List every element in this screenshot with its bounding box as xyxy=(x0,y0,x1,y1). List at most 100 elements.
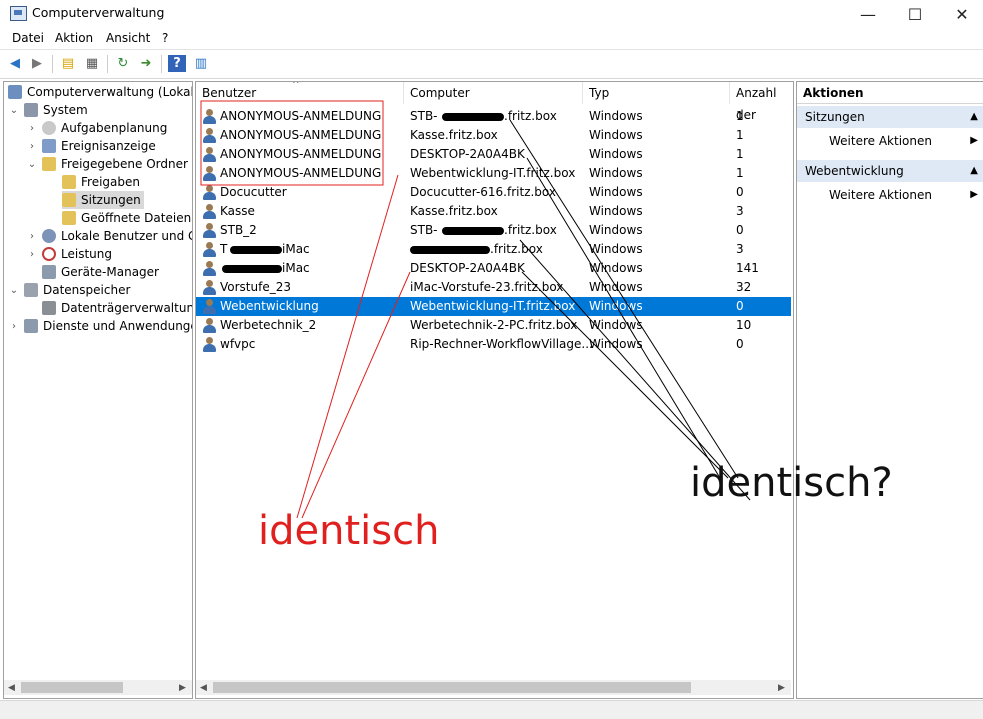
sessions-list: Benutzer ^ Computer Typ Anzahl der ANONYM… xyxy=(195,81,794,699)
chevron-right-icon[interactable]: › xyxy=(26,231,38,242)
menu-datei[interactable]: Datei xyxy=(12,31,44,45)
table-row[interactable]: Kasse Kasse.fritz.box Windows 3 xyxy=(196,202,791,221)
collapse-icon[interactable]: ▲ xyxy=(970,106,978,128)
list-horizontal-scrollbar[interactable]: ◀ ▶ xyxy=(196,680,791,695)
show-action-pane-icon[interactable]: ▥ xyxy=(192,55,210,72)
tree-ereignisanzeige[interactable]: › Ereignisanzeige xyxy=(26,137,156,155)
cell-computer-suffix: .fritz.box xyxy=(490,242,543,256)
scroll-left-icon[interactable]: ◀ xyxy=(196,680,211,695)
tree-lokale-benutzer[interactable]: › Lokale Benutzer und Gru xyxy=(26,227,192,245)
cell-count: 1 xyxy=(736,128,744,142)
cell-user: ANONYMOUS-ANMELDUNG xyxy=(220,128,382,142)
cell-user: wfvpc xyxy=(220,337,256,351)
cell-type: Windows xyxy=(589,147,643,161)
minimize-button[interactable]: — xyxy=(845,0,891,28)
menu-aktion[interactable]: Aktion xyxy=(55,31,93,45)
tree-aufgabenplanung[interactable]: › Aufgabenplanung xyxy=(26,119,167,137)
user-session-icon xyxy=(203,299,216,314)
forward-icon[interactable]: ▶ xyxy=(28,55,46,72)
table-row[interactable]: TiMac .fritz.box Windows 3 xyxy=(196,240,791,259)
tree-sitzungen[interactable]: Sitzungen xyxy=(62,191,144,209)
table-row[interactable]: ANONYMOUS-ANMELDUNG Webentwicklung-IT.fri… xyxy=(196,164,791,183)
table-row[interactable]: Webentwicklung Webentwicklung-IT.fritz.bo… xyxy=(196,297,791,316)
chevron-down-icon[interactable]: ⌄ xyxy=(8,285,20,296)
submenu-arrow-icon: ▶ xyxy=(970,135,978,146)
menu-ansicht[interactable]: Ansicht xyxy=(106,31,150,45)
table-row[interactable]: STB_2 STB- .fritz.box Windows 0 xyxy=(196,221,791,240)
cell-count: 0 xyxy=(736,299,744,313)
table-row[interactable]: ANONYMOUS-ANMELDUNG STB- .fritz.box Windows… xyxy=(196,107,791,126)
tree-root[interactable]: Computerverwaltung (Lokal) xyxy=(8,83,192,101)
table-row[interactable]: ANONYMOUS-ANMELDUNG Kasse.fritz.box Window… xyxy=(196,126,791,145)
tree-geoeffnete-dateien[interactable]: Geöffnete Dateien xyxy=(62,209,191,227)
folder-up-icon[interactable]: ▤ xyxy=(59,55,77,72)
table-row[interactable]: wfvpc Rip-Rechner-WorkflowVillage... Windo… xyxy=(196,335,791,354)
cell-user-suffix: iMac xyxy=(282,261,310,275)
collapse-icon[interactable]: ▲ xyxy=(970,160,978,182)
scrollbar-thumb[interactable] xyxy=(21,682,123,693)
table-row[interactable]: iMac DESKTOP-2A0A4BK Windows 141 xyxy=(196,259,791,278)
user-session-icon xyxy=(203,261,216,276)
refresh-icon[interactable]: ↻ xyxy=(114,55,132,72)
annotation-identisch: identisch xyxy=(258,508,440,554)
tree-geraete-manager[interactable]: Geräte-Manager xyxy=(42,263,159,281)
tree-datenspeicher[interactable]: ⌄ Datenspeicher xyxy=(8,281,130,299)
chevron-down-icon[interactable]: ⌄ xyxy=(8,105,20,116)
chevron-right-icon[interactable]: › xyxy=(8,321,20,332)
actions-section-webentwicklung[interactable]: Webentwicklung ▲ xyxy=(797,160,983,182)
cell-type: Windows xyxy=(589,185,643,199)
cell-user: T xyxy=(220,242,228,256)
cell-type: Windows xyxy=(589,318,643,332)
table-row[interactable]: ANONYMOUS-ANMELDUNG DESKTOP-2A0A4BK Window… xyxy=(196,145,791,164)
tree-freigegebene-ordner[interactable]: ⌄ Freigegebene Ordner xyxy=(26,155,188,173)
user-session-icon xyxy=(203,318,216,333)
scrollbar-thumb[interactable] xyxy=(213,682,691,693)
user-session-icon xyxy=(203,223,216,238)
tree-dienste-und-anwendungen[interactable]: › Dienste und Anwendungen xyxy=(8,317,192,335)
clock-icon xyxy=(42,121,56,135)
chevron-right-icon[interactable]: › xyxy=(26,123,38,134)
column-typ[interactable]: Typ xyxy=(583,82,730,104)
menu-help[interactable]: ? xyxy=(162,31,168,45)
more-actions-webentwicklung[interactable]: Weitere Aktionen ▶ xyxy=(797,184,983,206)
cell-user: Docucutter xyxy=(220,185,287,199)
table-row[interactable]: Vorstufe_23 iMac-Vorstufe-23.fritz.box Win… xyxy=(196,278,791,297)
column-computer[interactable]: Computer xyxy=(404,82,583,104)
close-button[interactable]: ✕ xyxy=(939,0,983,28)
cell-count: 1 xyxy=(736,147,744,161)
export-list-icon[interactable]: ➜ xyxy=(137,55,155,72)
tools-icon xyxy=(24,103,38,117)
more-actions-sitzungen[interactable]: Weitere Aktionen ▶ xyxy=(797,130,983,152)
table-row[interactable]: Docucutter Docucutter-616.fritz.box Window… xyxy=(196,183,791,202)
tree-freigaben[interactable]: Freigaben xyxy=(62,173,140,191)
actions-section-sitzungen[interactable]: Sitzungen ▲ xyxy=(797,106,983,128)
column-anzahl[interactable]: Anzahl der xyxy=(730,82,791,122)
help-icon[interactable]: ? xyxy=(168,55,186,72)
column-benutzer[interactable]: Benutzer ^ xyxy=(196,82,404,104)
user-session-icon xyxy=(203,185,216,200)
cell-computer: Kasse.fritz.box xyxy=(410,204,498,218)
tree-horizontal-scrollbar[interactable]: ◀ ▶ xyxy=(4,680,192,695)
scroll-right-icon[interactable]: ▶ xyxy=(175,680,190,695)
scroll-left-icon[interactable]: ◀ xyxy=(4,680,19,695)
tree-leistung[interactable]: › Leistung xyxy=(26,245,112,263)
cell-type: Windows xyxy=(589,299,643,313)
maximize-button[interactable]: ☐ xyxy=(892,0,938,28)
scroll-right-icon[interactable]: ▶ xyxy=(774,680,789,695)
cell-computer: Werbetechnik-2-PC.fritz.box xyxy=(410,318,578,332)
chevron-right-icon[interactable]: › xyxy=(26,249,38,260)
cell-computer: Webentwicklung-IT.fritz.box xyxy=(410,299,576,313)
tree-system[interactable]: ⌄ System xyxy=(8,101,88,119)
menu-bar: Datei Aktion Ansicht ? xyxy=(0,28,983,48)
cell-type: Windows xyxy=(589,280,643,294)
show-hide-tree-icon[interactable]: ▦ xyxy=(83,55,101,72)
chevron-right-icon[interactable]: › xyxy=(26,141,38,152)
cell-computer: STB- xyxy=(410,109,438,123)
tree-datentraegerverwaltung[interactable]: Datenträgerverwaltung xyxy=(42,299,192,317)
actions-header: Aktionen xyxy=(797,82,983,104)
back-icon[interactable]: ◀ xyxy=(6,55,24,72)
cell-count: 1 xyxy=(736,109,744,123)
chevron-down-icon[interactable]: ⌄ xyxy=(26,159,38,170)
table-row[interactable]: Werbetechnik_2 Werbetechnik-2-PC.fritz.bo… xyxy=(196,316,791,335)
computer-management-icon xyxy=(10,6,27,21)
